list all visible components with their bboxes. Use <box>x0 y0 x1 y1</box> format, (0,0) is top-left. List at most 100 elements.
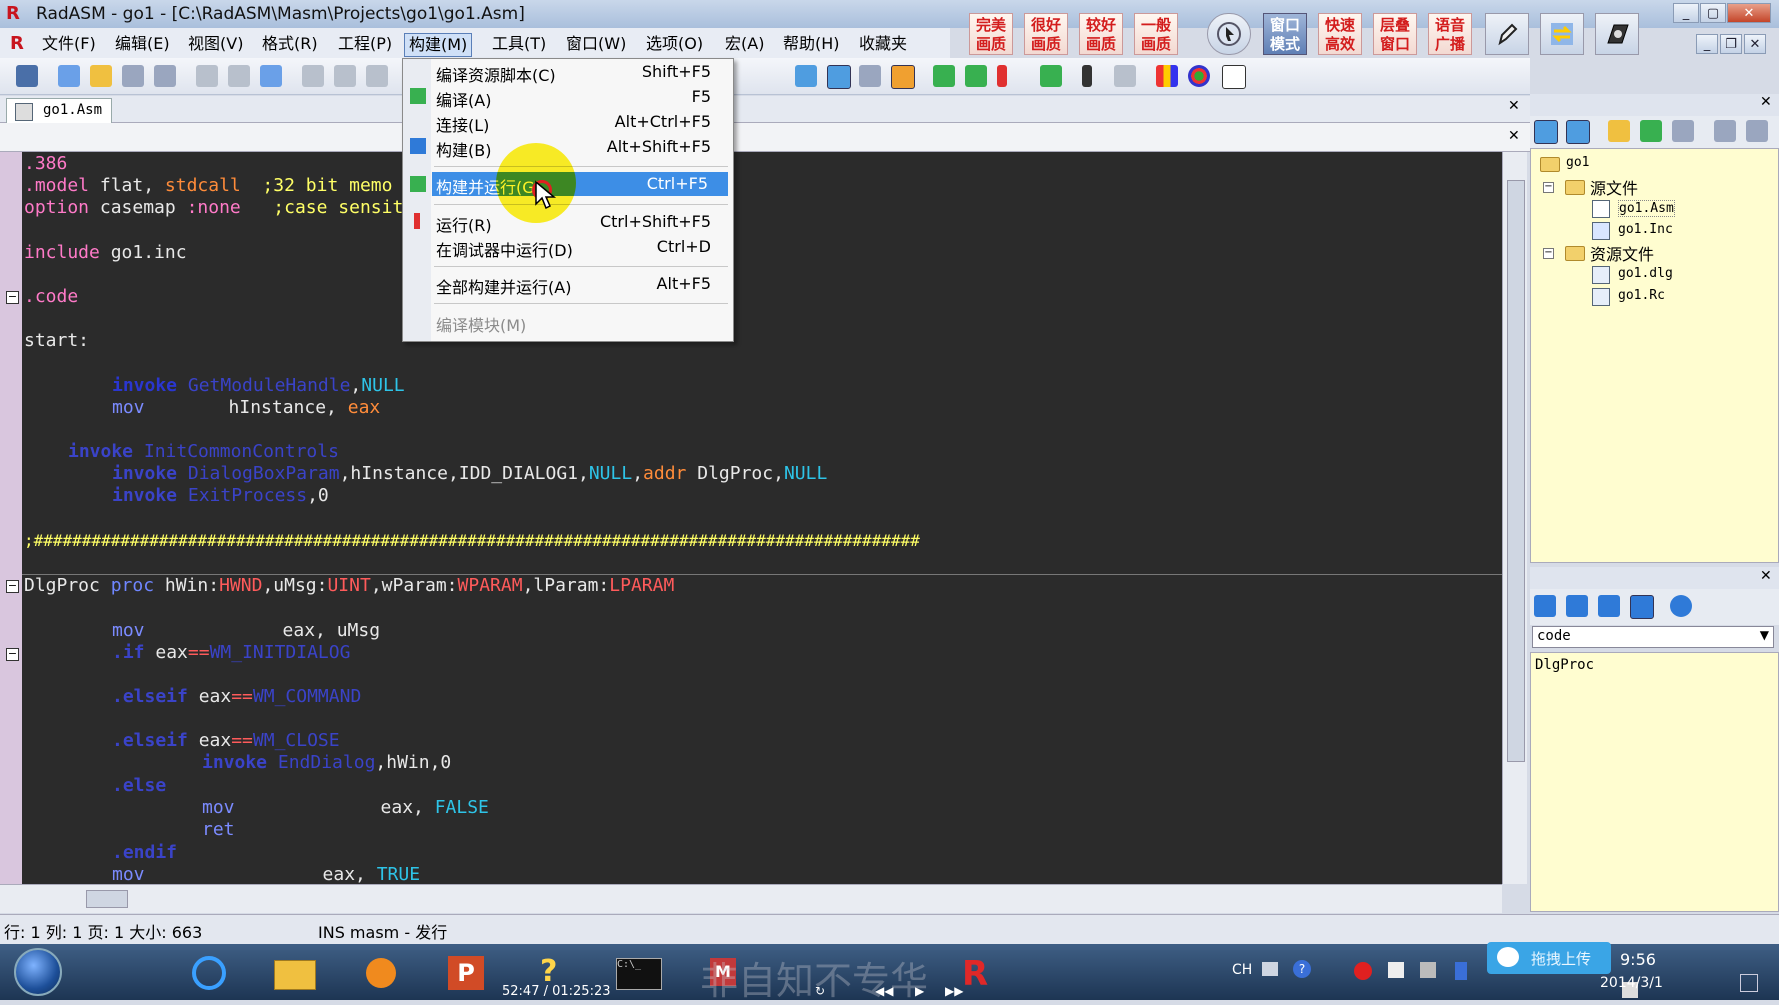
save-icon[interactable] <box>122 65 144 87</box>
menu-item-compile-rc[interactable]: 编译资源脚本(C) Shift+F5 <box>432 60 731 85</box>
tree-file-inc[interactable]: go1.Inc <box>1618 222 1673 237</box>
menu-project[interactable]: 工程(P) <box>334 33 396 55</box>
pen-tool-button[interactable] <box>1485 13 1529 55</box>
tree-folder-source[interactable]: 源文件 <box>1590 175 1638 199</box>
menu-build[interactable]: 构建(M) <box>404 33 473 57</box>
menu-help[interactable]: 帮助(H) <box>779 33 844 55</box>
vertical-scrollbar[interactable] <box>1502 152 1527 884</box>
menu-format[interactable]: 格式(R) <box>258 33 322 55</box>
remove-file-icon[interactable] <box>1672 120 1694 142</box>
upload-button[interactable]: 拖拽上传 <box>1487 942 1611 974</box>
view-toggle-icon[interactable] <box>827 65 851 89</box>
build-icon[interactable] <box>965 65 987 87</box>
properties-type-select[interactable]: code ▼ <box>1532 626 1774 648</box>
rewind-icon[interactable]: ◀◀ <box>875 984 893 998</box>
menu-view[interactable]: 视图(V) <box>184 33 247 55</box>
prop-data-icon[interactable] <box>1566 595 1588 617</box>
hscroll-thumb[interactable] <box>86 890 128 908</box>
menu-item-run[interactable]: 运行(R) Ctrl+Shift+F5 <box>432 210 731 235</box>
palette-icon[interactable] <box>1188 65 1210 87</box>
new-file-icon[interactable] <box>58 65 80 87</box>
cascade-window-button[interactable]: 层叠窗口 <box>1373 13 1417 55</box>
window-mode-button[interactable]: 窗口模式 <box>1263 13 1307 55</box>
quality-fair-button[interactable]: 较好画质 <box>1079 13 1123 55</box>
help-tray-icon[interactable]: ? <box>1293 960 1311 978</box>
film-icon[interactable] <box>1388 962 1404 978</box>
fast-mode-button[interactable]: 快速高效 <box>1318 13 1362 55</box>
highlight-icon[interactable] <box>891 65 915 89</box>
project-prev-icon[interactable] <box>1714 120 1736 142</box>
delete-icon[interactable] <box>366 65 388 87</box>
menu-tools[interactable]: 工具(T) <box>488 33 550 55</box>
project-next-icon[interactable] <box>1746 120 1768 142</box>
menu-macro[interactable]: 宏(A) <box>721 33 768 55</box>
start-button[interactable] <box>14 948 62 996</box>
mdi-minimize-button[interactable]: _ <box>1696 34 1718 54</box>
mdi-close-button[interactable]: ✕ <box>1744 34 1766 54</box>
close-project-panel-icon[interactable]: ✕ <box>1760 94 1772 110</box>
taskbar-ie[interactable] <box>170 948 246 998</box>
taskbar-powerpoint[interactable]: P <box>428 948 504 998</box>
minimize-button[interactable]: _ <box>1673 3 1699 23</box>
close-editor-icon[interactable]: ✕ <box>1508 128 1520 144</box>
color-bars-icon[interactable] <box>1156 65 1178 87</box>
fold-toggle-icon[interactable]: − <box>6 291 19 304</box>
close-button[interactable]: ✕ <box>1727 3 1771 23</box>
horizontal-scrollbar[interactable] <box>0 884 1502 913</box>
taskbar-explorer[interactable] <box>256 948 332 998</box>
print-icon[interactable] <box>16 65 38 87</box>
tool-pointer-button[interactable] <box>1207 13 1251 55</box>
record-icon[interactable] <box>1354 962 1372 980</box>
collapse-icon[interactable]: − <box>1543 248 1554 259</box>
file-view-icon[interactable] <box>1566 120 1590 144</box>
cut-icon[interactable] <box>196 65 218 87</box>
run-icon[interactable] <box>997 65 1007 87</box>
quality-normal-button[interactable]: 一般画质 <box>1134 13 1178 55</box>
menu-item-run-debugger[interactable]: 在调试器中运行(D) Ctrl+D <box>432 235 731 260</box>
scroll-thumb[interactable] <box>1507 180 1525 762</box>
menu-item-assemble[interactable]: 编译(A) F5 <box>432 85 731 110</box>
tools-icon[interactable] <box>859 65 881 87</box>
menu-favorites[interactable]: 收藏夹 <box>855 33 911 55</box>
zoom-icon[interactable] <box>1222 65 1246 89</box>
find-icon[interactable] <box>795 65 817 87</box>
redo-icon[interactable] <box>334 65 356 87</box>
cursor-text-icon[interactable] <box>1082 65 1092 87</box>
undo-icon[interactable] <box>302 65 324 87</box>
maximize-button[interactable]: ▢ <box>1700 3 1726 23</box>
flag-icon[interactable] <box>1420 962 1436 978</box>
menu-options[interactable]: 选项(O) <box>642 33 707 55</box>
quality-perfect-button[interactable]: 完美画质 <box>969 13 1013 55</box>
close-tab-icon[interactable]: ✕ <box>1508 98 1520 114</box>
menu-file[interactable]: 文件(F) <box>38 33 100 55</box>
keyboard-icon[interactable] <box>1262 962 1278 976</box>
copy-icon[interactable] <box>228 65 250 87</box>
fold-toggle-icon[interactable]: − <box>6 580 19 593</box>
prop-proc-icon[interactable] <box>1630 595 1654 619</box>
list-item[interactable]: DlgProc <box>1535 657 1594 673</box>
menu-item-build[interactable]: 构建(B) Alt+Shift+F5 <box>432 135 731 160</box>
prop-const-icon[interactable] <box>1598 595 1620 617</box>
forward-icon[interactable]: ▶▶ <box>945 984 963 998</box>
collapse-icon[interactable]: − <box>1543 182 1554 193</box>
show-desktop-button[interactable] <box>1740 974 1758 992</box>
menu-item-link[interactable]: 连接(L) Alt+Ctrl+F5 <box>432 110 731 135</box>
prop-refresh-icon[interactable] <box>1670 595 1692 617</box>
tree-folder-resource[interactable]: 资源文件 <box>1590 241 1654 265</box>
switch-tool-button[interactable] <box>1540 13 1584 55</box>
menu-item-build-and-run[interactable]: 构建并运行(G) Ctrl+F5 <box>432 172 728 197</box>
code-editor[interactable] <box>0 152 1502 884</box>
tree-root[interactable]: go1 <box>1566 155 1589 170</box>
page-icon[interactable] <box>1114 65 1136 87</box>
menu-edit[interactable]: 编辑(E) <box>111 33 174 55</box>
open-file-icon[interactable] <box>90 65 112 87</box>
capture-tool-button[interactable] <box>1595 13 1639 55</box>
open-folder-icon[interactable] <box>1608 120 1630 142</box>
tab-go1-asm[interactable]: go1.Asm <box>6 98 112 123</box>
menu-window[interactable]: 窗口(W) <box>562 33 630 55</box>
taskbar-media[interactable] <box>342 948 418 998</box>
menu-item-build-all-run[interactable]: 全部构建并运行(A) Alt+F5 <box>432 272 731 297</box>
bluetooth-icon[interactable] <box>1455 962 1467 980</box>
tree-file-dlg[interactable]: go1.dlg <box>1618 266 1673 281</box>
play-icon[interactable]: ▶ <box>915 984 924 998</box>
